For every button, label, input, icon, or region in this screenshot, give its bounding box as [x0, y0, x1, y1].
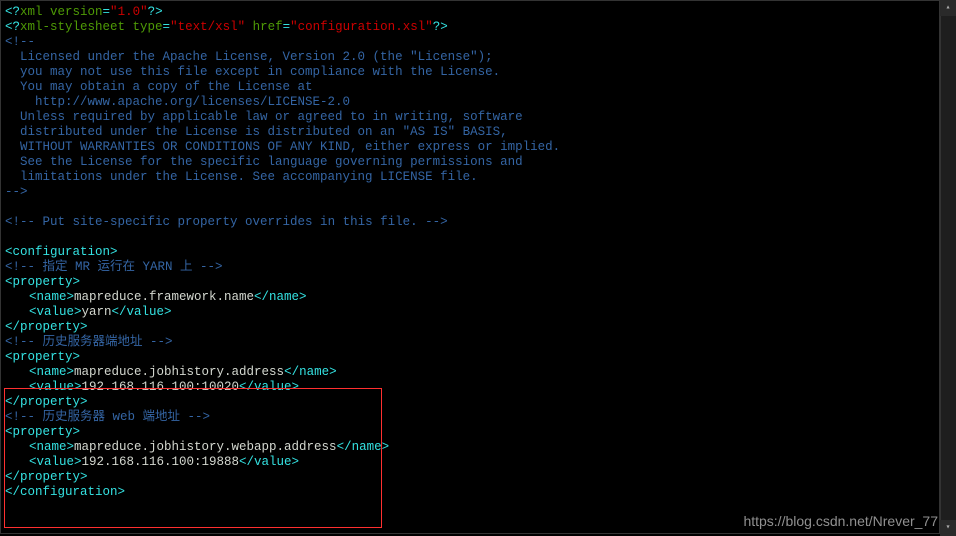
code-viewer: <?xml version="1.0"?> <?xml-stylesheet t…	[0, 0, 940, 534]
property-name: <name>mapreduce.jobhistory.address</name…	[5, 365, 939, 380]
configuration-close: </configuration>	[5, 485, 939, 500]
xml-version-value: 1.0	[118, 5, 141, 19]
blank-line	[5, 230, 939, 245]
watermark-text: https://blog.csdn.net/Nrever_77	[743, 513, 938, 530]
configuration-open: <configuration>	[5, 245, 939, 260]
comment-web: <!-- 历史服务器 web 端地址 -->	[5, 410, 939, 425]
license-line: limitations under the License. See accom…	[5, 170, 939, 185]
property-open: <property>	[5, 350, 939, 365]
xml-stylesheet: <?xml-stylesheet type="text/xsl" href="c…	[5, 20, 939, 35]
property-close: </property>	[5, 395, 939, 410]
property-name: <name>mapreduce.jobhistory.webapp.addres…	[5, 440, 939, 455]
blank-line	[5, 200, 939, 215]
stylesheet-href-value: configuration.xsl	[298, 20, 426, 34]
scroll-up-button[interactable]: ▴	[940, 0, 956, 16]
comment-yarn: <!-- 指定 MR 运行在 YARN 上 -->	[5, 260, 939, 275]
scrollbar-track[interactable]: ▴ ▾	[940, 0, 956, 536]
property-value: <value>192.168.116.100:10020</value>	[5, 380, 939, 395]
property-value: <value>192.168.116.100:19888</value>	[5, 455, 939, 470]
license-line: http://www.apache.org/licenses/LICENSE-2…	[5, 95, 939, 110]
override-comment: <!-- Put site-specific property override…	[5, 215, 939, 230]
comment-history: <!-- 历史服务器端地址 -->	[5, 335, 939, 350]
license-line: You may obtain a copy of the License at	[5, 80, 939, 95]
property-value: <value>yarn</value>	[5, 305, 939, 320]
property-close: </property>	[5, 320, 939, 335]
license-line: Unless required by applicable law or agr…	[5, 110, 939, 125]
stylesheet-type-value: text/xsl	[178, 20, 238, 34]
license-line: See the License for the specific languag…	[5, 155, 939, 170]
license-line: you may not use this file except in comp…	[5, 65, 939, 80]
license-line: distributed under the License is distrib…	[5, 125, 939, 140]
license-open: <!--	[5, 35, 939, 50]
property-open: <property>	[5, 275, 939, 290]
property-name: <name>mapreduce.framework.name</name>	[5, 290, 939, 305]
xml-declaration: <?xml version="1.0"?>	[5, 5, 939, 20]
property-open: <property>	[5, 425, 939, 440]
license-line: WITHOUT WARRANTIES OR CONDITIONS OF ANY …	[5, 140, 939, 155]
license-line: Licensed under the Apache License, Versi…	[5, 50, 939, 65]
scroll-down-button[interactable]: ▾	[940, 520, 956, 536]
property-close: </property>	[5, 470, 939, 485]
license-close: -->	[5, 185, 939, 200]
